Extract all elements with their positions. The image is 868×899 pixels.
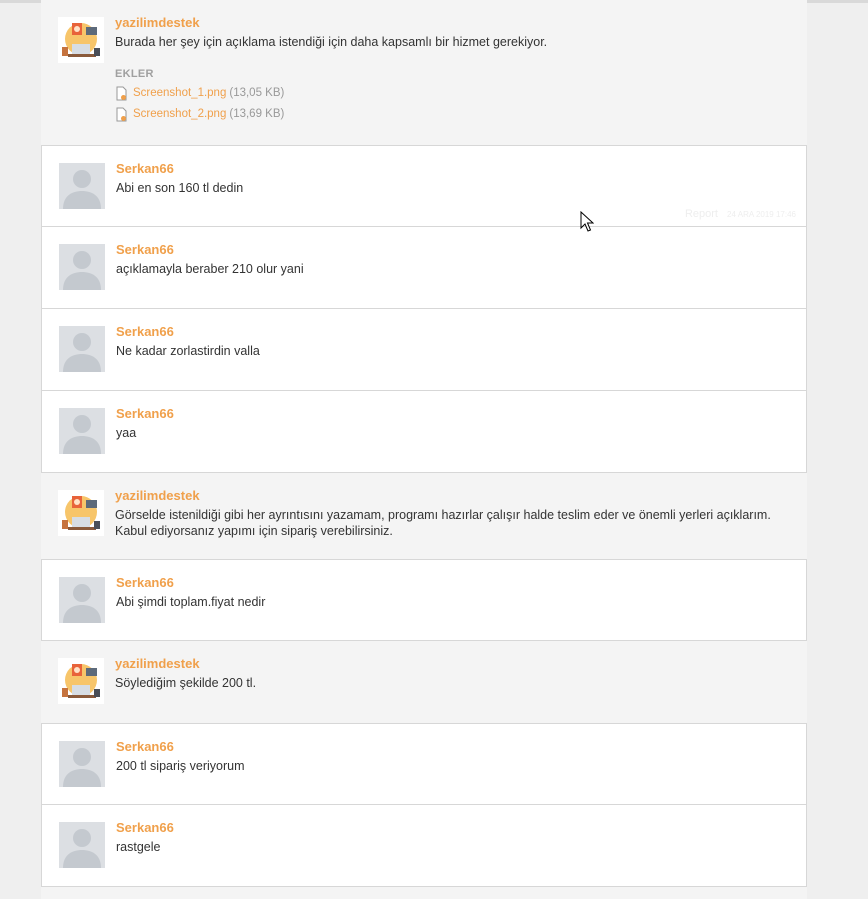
message-text: Görselde istenildiği gibi her ayrıntısın… (115, 508, 771, 538)
message-text: Abi en son 160 tl dedin (116, 181, 244, 195)
file-icon (115, 86, 129, 101)
message-body: yazilimdestek Görselde istenildiği gibi … (115, 488, 787, 539)
avatar[interactable] (58, 490, 104, 536)
avatar[interactable] (59, 741, 105, 787)
message-text: 200 tl sipariş veriyorum (116, 759, 245, 773)
message-text: Ne kadar zorlastirdin valla (116, 344, 260, 358)
avatar[interactable] (59, 326, 105, 372)
avatar[interactable] (58, 658, 104, 704)
message-text: Söylediğim şekilde 200 tl. (115, 676, 257, 690)
message-guest: Serkan66 açıklamayla beraber 210 olur ya… (41, 227, 807, 309)
message-guest: Serkan66 Ne kadar zorlastirdin valla (41, 309, 807, 391)
report-link[interactable]: Report (685, 208, 718, 220)
attachment-size: (13,05 KB) (229, 87, 285, 99)
avatar[interactable] (59, 163, 105, 209)
avatar[interactable] (59, 244, 105, 290)
message-guest: Serkan66 rastgele (41, 805, 807, 887)
message-admin: yazilimdestek Burada her şey için açıkla… (41, 0, 807, 145)
author-link[interactable]: Serkan66 (116, 820, 786, 836)
message-body: Serkan66 açıklamayla beraber 210 olur ya… (116, 242, 786, 277)
message-text: Abi şimdi toplam.fiyat nedir (116, 595, 266, 609)
message-body: Serkan66 Abi şimdi toplam.fiyat nedir (116, 575, 786, 610)
message-body: Serkan66 200 tl sipariş veriyorum (116, 739, 786, 774)
user-silhouette-icon (63, 829, 101, 868)
message-date: 24 ARA 2019 17:46 (727, 210, 796, 219)
author-link[interactable]: Serkan66 (116, 575, 786, 591)
message-admin: yazilimdestek Söylediğim şekilde 200 tl. (41, 641, 807, 723)
message-text: açıklamayla beraber 210 olur yani (116, 262, 304, 276)
avatar[interactable] (59, 408, 105, 454)
message-body: yazilimdestek Söylediğim şekilde 200 tl. (115, 656, 787, 691)
user-silhouette-icon (63, 415, 101, 454)
author-link[interactable]: Serkan66 (116, 161, 786, 177)
user-silhouette-icon (63, 251, 101, 290)
message-thread: yazilimdestek Burada her şey için açıkla… (41, 0, 807, 899)
message-text: Burada her şey için açıklama istendiği i… (115, 35, 548, 49)
avatar[interactable] (59, 577, 105, 623)
attachment-link[interactable]: Screenshot_1.png (133, 86, 226, 101)
message-guest: Serkan66 yaa (41, 391, 807, 473)
author-link[interactable]: yazilimdestek (115, 488, 787, 504)
author-link[interactable]: yazilimdestek (115, 15, 787, 31)
message-admin: yazilimdestek Görselde istenildiği gibi … (41, 473, 807, 559)
message-text: yaa (116, 426, 137, 440)
author-link[interactable]: Serkan66 (116, 324, 786, 340)
author-link[interactable]: Serkan66 (116, 406, 786, 422)
attachment-item: Screenshot_2.png (13,69 KB) (115, 107, 787, 122)
author-link[interactable]: yazilimdestek (115, 656, 787, 672)
attachments-heading: EKLER (115, 68, 154, 80)
author-link[interactable]: Serkan66 (116, 739, 786, 755)
attachment-item: Screenshot_1.png (13,05 KB) (115, 86, 787, 101)
avatar[interactable] (58, 17, 104, 63)
message-body: Serkan66 yaa (116, 406, 786, 441)
avatar[interactable] (59, 822, 105, 868)
message-guest: Serkan66 Abi en son 160 tl dedin Report … (41, 145, 807, 227)
message-body: Serkan66 rastgele (116, 820, 786, 855)
user-silhouette-icon (63, 333, 101, 372)
admin-avatar-illustration (62, 664, 100, 698)
message-text: rastgele (116, 840, 161, 854)
message-body: Serkan66 Abi en son 160 tl dedin (116, 161, 786, 196)
file-icon (115, 107, 129, 122)
message-meta: Report 24 ARA 2019 17:46 (685, 208, 796, 220)
message-guest: Serkan66 Abi şimdi toplam.fiyat nedir (41, 559, 807, 641)
user-silhouette-icon (63, 584, 101, 623)
attachment-link[interactable]: Screenshot_2.png (133, 107, 226, 122)
message-body: Serkan66 Ne kadar zorlastirdin valla (116, 324, 786, 359)
admin-avatar-illustration (62, 496, 100, 530)
message-body: yazilimdestek Burada her şey için açıkla… (115, 15, 787, 122)
user-silhouette-icon (63, 170, 101, 209)
admin-avatar-illustration (62, 23, 100, 57)
attachment-size: (13,69 KB) (229, 108, 285, 120)
mouse-pointer-icon (580, 211, 594, 232)
author-link[interactable]: Serkan66 (116, 242, 786, 258)
user-silhouette-icon (63, 748, 101, 787)
message-guest: Serkan66 200 tl sipariş veriyorum (41, 723, 807, 805)
